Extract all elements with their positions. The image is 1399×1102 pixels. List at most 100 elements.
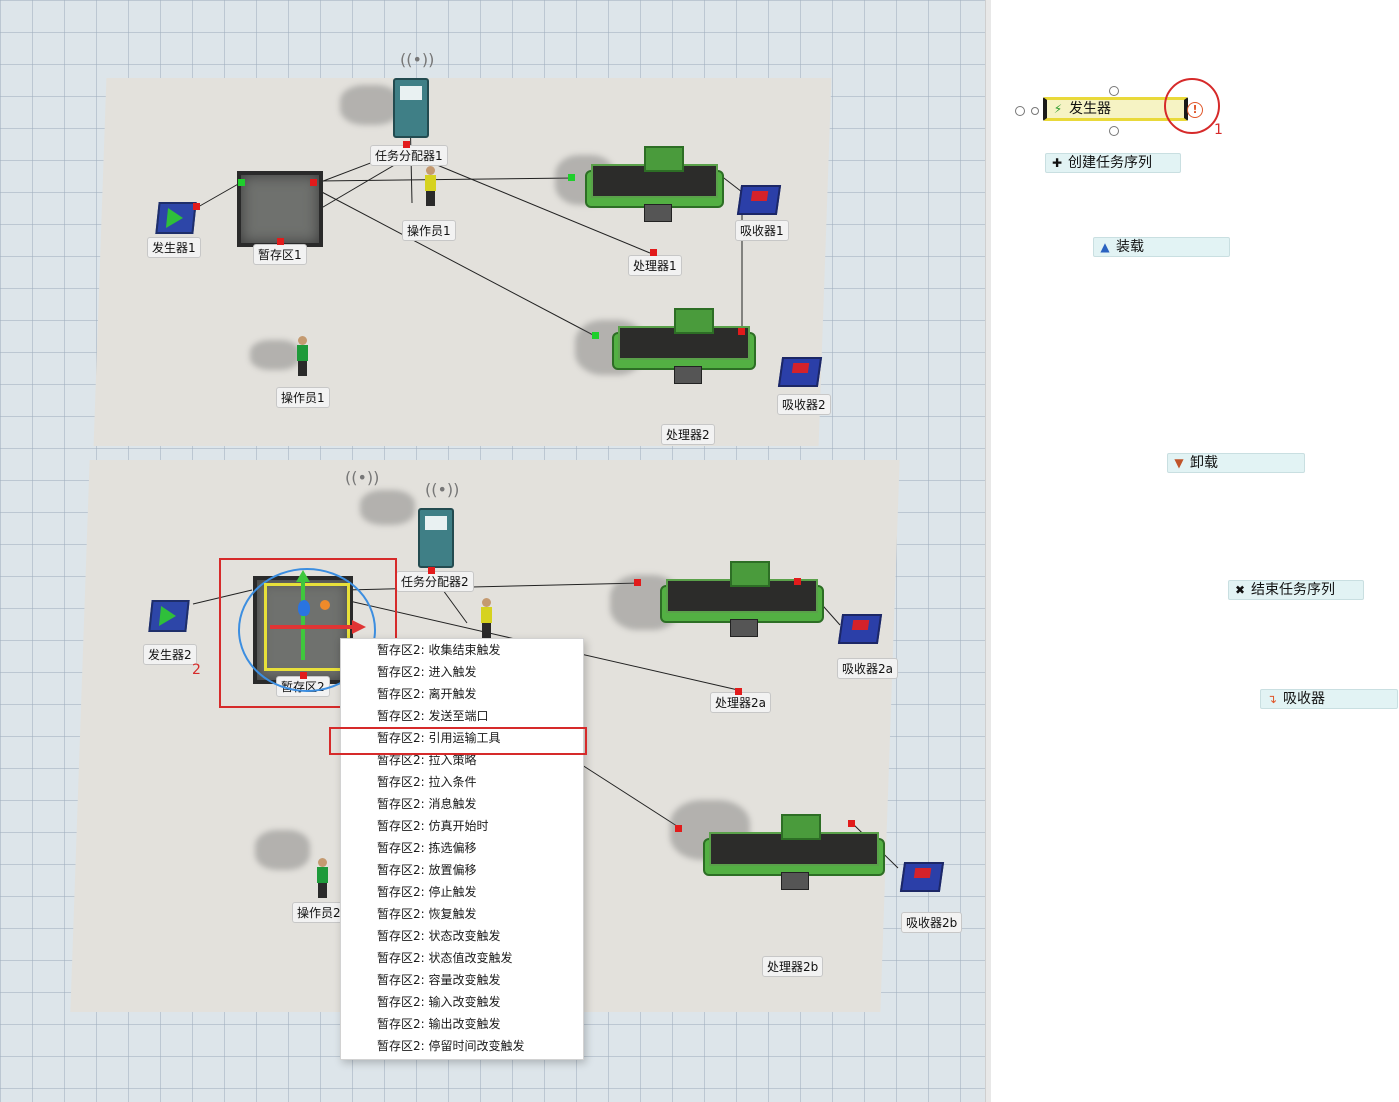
label-sink-2b: 吸收器2b — [901, 912, 963, 933]
finish-sequence-icon: ✖ — [1234, 583, 1246, 597]
activity-unload-label: 卸载 — [1190, 455, 1218, 471]
context-menu-item[interactable]: 暂存区2: 拣选偏移 — [341, 837, 583, 859]
activity-create-task-sequence[interactable]: ✚ 创建任务序列 — [1045, 153, 1181, 173]
context-menu[interactable]: 暂存区2: 收集结束触发 暂存区2: 进入触发 暂存区2: 离开触发 暂存区2: 发送… — [340, 638, 584, 1060]
label-dispatcher-2: 任务分配器2 — [396, 571, 474, 592]
source-2[interactable] — [148, 600, 190, 632]
sink-2a[interactable] — [837, 614, 883, 644]
wifi-antenna-icon: ((•)) — [425, 480, 460, 499]
processor-2b[interactable] — [703, 814, 885, 910]
gizmo-origin[interactable] — [320, 600, 330, 610]
operator-torso — [481, 607, 492, 623]
dispatcher-2[interactable] — [418, 508, 454, 568]
sink-flag-icon — [913, 868, 932, 878]
operator-legs — [426, 191, 435, 206]
processor-head — [781, 814, 822, 840]
port — [403, 141, 410, 148]
wifi-antenna-icon: ((•)) — [400, 50, 435, 69]
source-bolt-icon: ⚡ — [1053, 102, 1063, 116]
move-z-handle[interactable] — [298, 600, 310, 616]
operator-1-bottom[interactable] — [297, 336, 308, 376]
label-operator-2: 操作员2 — [292, 902, 346, 923]
shadow — [360, 490, 415, 525]
label-processor-2: 处理器2 — [661, 424, 715, 445]
context-menu-item[interactable]: 暂存区2: 仿真开始时 — [341, 815, 583, 837]
port — [735, 688, 742, 695]
label-processor-1: 处理器1 — [628, 255, 682, 276]
context-menu-item[interactable]: 暂存区2: 输入改变触发 — [341, 991, 583, 1013]
context-menu-item[interactable]: 暂存区2: 离开触发 — [341, 683, 583, 705]
label-queue-1: 暂存区1 — [253, 244, 307, 265]
source-arrow-icon — [165, 208, 185, 228]
operator-head — [318, 858, 327, 867]
port — [193, 203, 200, 210]
context-menu-item[interactable]: 暂存区2: 停留时间改变触发 — [341, 1035, 583, 1057]
operator-1-top[interactable] — [425, 166, 436, 206]
sink-flag-icon — [791, 363, 810, 373]
processor-2[interactable] — [612, 308, 756, 387]
annotation-number-1: 1 — [1214, 122, 1223, 138]
sink-2[interactable] — [777, 357, 823, 387]
context-menu-item[interactable]: 暂存区2: 进入触发 — [341, 661, 583, 683]
shadow — [250, 340, 300, 370]
port — [300, 672, 307, 679]
source-1[interactable] — [155, 202, 197, 234]
create-sequence-icon: ✚ — [1051, 156, 1063, 170]
label-operator-1-bottom: 操作员1 — [276, 387, 330, 408]
processor-head — [730, 561, 771, 587]
context-menu-item[interactable]: 暂存区2: 输出改变触发 — [341, 1013, 583, 1035]
operator-2-near[interactable] — [481, 598, 492, 638]
resize-handle-bottom[interactable] — [1109, 126, 1119, 136]
move-x-arrow-icon[interactable] — [352, 620, 366, 634]
operator-2[interactable] — [317, 858, 328, 898]
context-menu-item[interactable]: 暂存区2: 拉入条件 — [341, 771, 583, 793]
operator-legs — [298, 361, 307, 376]
context-menu-item[interactable]: 暂存区2: 停止触发 — [341, 881, 583, 903]
move-y-axis[interactable] — [301, 578, 305, 660]
label-sink-2a: 吸收器2a — [837, 658, 898, 679]
context-menu-item[interactable]: 暂存区2: 状态值改变触发 — [341, 947, 583, 969]
activity-load[interactable]: ▲ 装载 — [1093, 237, 1230, 257]
connector-handle[interactable] — [1031, 107, 1039, 115]
operator-legs — [482, 623, 491, 638]
activity-create-sequence-label: 创建任务序列 — [1068, 155, 1152, 171]
port — [634, 579, 641, 586]
context-menu-item[interactable]: 暂存区2: 放置偏移 — [341, 859, 583, 881]
model-3d-view[interactable]: ((•)) 任务分配器1 发生器1 暂存区1 操作员1 处理器1 吸收器1 操作… — [0, 0, 985, 1102]
activity-unload[interactable]: ▼ 卸载 — [1167, 453, 1305, 473]
sink-flag-icon — [750, 191, 769, 201]
connector-handle[interactable] — [1015, 106, 1025, 116]
activity-source-label: 发生器 — [1069, 101, 1111, 117]
context-menu-item[interactable]: 暂存区2: 消息触发 — [341, 793, 583, 815]
port — [738, 328, 745, 335]
processor-head — [673, 308, 714, 334]
activity-finish-task-sequence[interactable]: ✖ 结束任务序列 — [1228, 580, 1364, 600]
move-x-axis[interactable] — [270, 625, 354, 629]
context-menu-item[interactable]: 暂存区2: 恢复触发 — [341, 903, 583, 925]
label-sink-1: 吸收器1 — [735, 220, 789, 241]
move-y-arrow-icon[interactable] — [296, 570, 310, 582]
dispatcher-1[interactable] — [393, 78, 429, 138]
label-dispatcher-1: 任务分配器1 — [370, 145, 448, 166]
wifi-antenna-icon: ((•)) — [345, 468, 380, 487]
context-menu-item[interactable]: 暂存区2: 状态改变触发 — [341, 925, 583, 947]
processor-1[interactable] — [585, 146, 724, 222]
operator-torso — [425, 175, 436, 191]
operator-torso — [297, 345, 308, 361]
sink-1[interactable] — [736, 185, 782, 215]
context-menu-item[interactable]: 暂存区2: 容量改变触发 — [341, 969, 583, 991]
context-menu-item[interactable]: 暂存区2: 收集结束触发 — [341, 639, 583, 661]
shadow — [255, 830, 310, 870]
sink-2b[interactable] — [899, 862, 945, 892]
resize-handle-top[interactable] — [1109, 86, 1119, 96]
activity-sink[interactable]: ↴ 吸收器 — [1260, 689, 1398, 709]
port — [568, 174, 575, 181]
unload-truck-icon: ▼ — [1174, 456, 1184, 470]
port — [310, 179, 317, 186]
processor-box — [781, 872, 810, 890]
port — [848, 820, 855, 827]
processor-box — [673, 366, 702, 384]
warning-icon[interactable]: ! — [1187, 102, 1203, 118]
context-menu-item[interactable]: 暂存区2: 发送至端口 — [341, 705, 583, 727]
activity-load-label: 装载 — [1116, 239, 1144, 255]
